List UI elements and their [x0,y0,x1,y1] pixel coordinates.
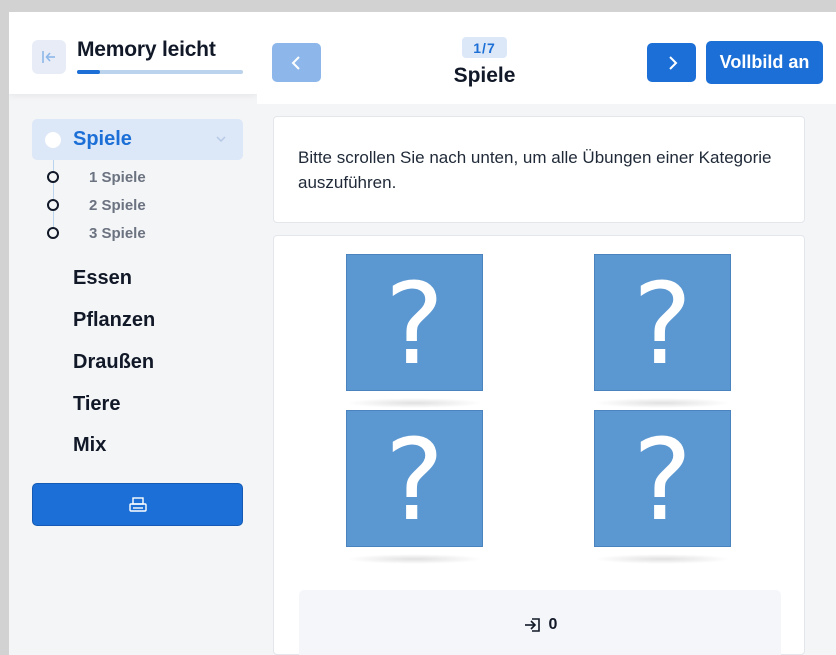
app-title: Memory leicht [77,38,216,61]
course-progress-bar [77,70,243,74]
score-panel: 0 [299,590,781,655]
sidebar-item-draussen[interactable]: Draußen [73,351,154,374]
print-icon [128,496,147,512]
collapse-sidebar-button[interactable] [32,40,66,74]
question-mark-icon: ? [632,415,693,546]
previous-button[interactable] [272,43,321,82]
course-progress-fill [77,70,101,74]
card-shadow [346,398,483,408]
top-bar: 1/7 Spiele Vollbild an [257,12,836,104]
chevron-right-icon [668,55,677,70]
step-ring-icon [47,171,59,183]
step-counter: 1/7 [462,37,507,58]
card-shadow [346,554,483,564]
chevron-down-icon [216,136,226,143]
sidebar-item-pflanzen[interactable]: Pflanzen [73,309,155,332]
login-icon [524,618,540,632]
question-mark-icon: ? [384,415,445,546]
step-ring-icon [47,199,59,211]
card-shadow [594,554,731,564]
score-value: 0 [548,616,558,633]
memory-card-2[interactable]: ? [594,254,731,391]
subitem-label: 3 Spiele [89,224,146,242]
memory-card-4[interactable]: ? [594,410,731,547]
page-title: Spiele [453,64,516,87]
sidebar-subitem-1[interactable]: 1 Spiele [47,167,146,187]
sidebar: Memory leicht Spiele 1 Spiele 2 Spiele 3… [9,12,257,655]
memory-game-card: ? ? ? ? 0 [273,235,805,655]
sidebar-subitem-2[interactable]: 2 Spiele [47,195,146,215]
chevron-left-icon [291,55,300,70]
sidebar-item-mix[interactable]: Mix [73,434,106,457]
sidebar-item-label: Spiele [73,128,132,150]
sidebar-subitem-3[interactable]: 3 Spiele [47,223,146,243]
next-button[interactable] [647,43,696,82]
sidebar-item-spiele[interactable]: Spiele [32,119,243,160]
print-button[interactable] [32,483,243,526]
instruction-card: Bitte scrollen Sie nach unten, um alle Ü… [273,116,805,223]
sidebar-item-tiere[interactable]: Tiere [73,393,120,416]
instruction-text: Bitte scrollen Sie nach unten, um alle Ü… [298,148,772,192]
subitem-label: 1 Spiele [89,168,146,186]
fullscreen-button[interactable]: Vollbild an [706,41,823,84]
active-step-dot [45,132,61,148]
card-shadow [594,398,731,408]
step-ring-icon [47,227,59,239]
sidebar-header: Memory leicht [9,12,257,94]
collapse-sidebar-icon [42,51,55,63]
sidebar-item-essen[interactable]: Essen [73,267,132,290]
subitem-label: 2 Spiele [89,196,146,214]
question-mark-icon: ? [632,259,693,390]
memory-card-3[interactable]: ? [346,410,483,547]
question-mark-icon: ? [384,259,445,390]
memory-card-1[interactable]: ? [346,254,483,391]
